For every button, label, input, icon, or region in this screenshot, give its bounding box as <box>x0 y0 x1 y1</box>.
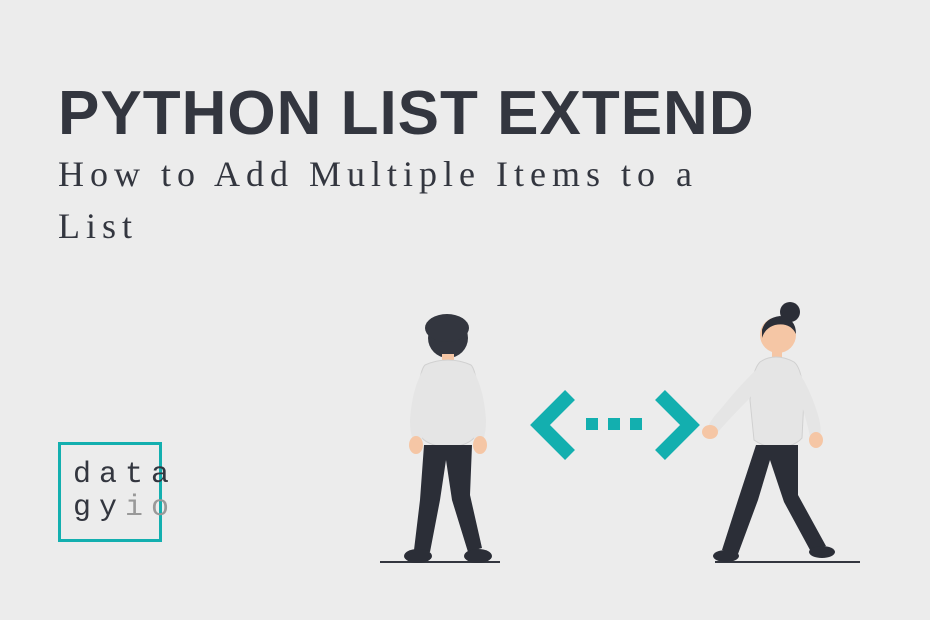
logo-line-1: data <box>73 459 177 492</box>
logo-gy: gy <box>73 491 125 525</box>
people-illustration <box>370 300 880 580</box>
logo-line-2: gyio <box>73 492 177 525</box>
person-left-icon <box>404 314 492 563</box>
person-right-icon <box>702 302 835 562</box>
logo-io: io <box>125 491 177 525</box>
datagy-logo: data gyio <box>58 442 162 542</box>
page-title: PYTHON LIST EXTEND <box>58 78 755 149</box>
angle-brackets-icon <box>540 395 690 455</box>
page-subtitle: How to Add Multiple Items to a List <box>58 148 758 252</box>
